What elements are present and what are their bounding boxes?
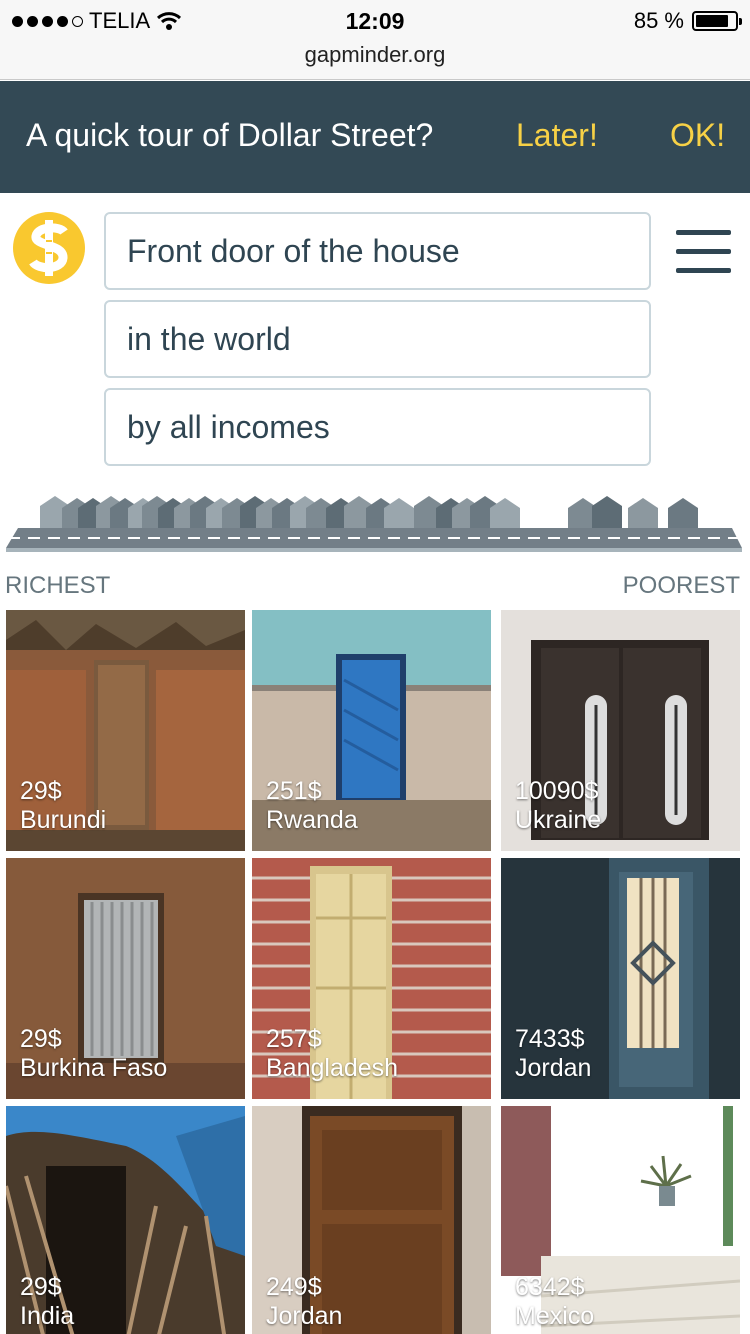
home-tile[interactable]: 29$ India [6,1106,245,1334]
ok-button[interactable]: OK! [670,117,725,154]
home-country: Bangladesh [266,1054,399,1082]
dollar-street-logo[interactable] [13,212,85,284]
home-income: 29$ [20,1273,62,1301]
tour-text: A quick tour of Dollar Street? [26,117,434,153]
home-income: 29$ [20,1025,62,1053]
dollar-icon [29,220,68,276]
poorest-label: POOREST [622,572,740,599]
home-country: Burkina Faso [20,1054,168,1082]
street-house-icon [668,498,698,528]
status-bar: TELIA 12:09 85 % gapminder.org [0,0,750,80]
home-tile[interactable]: 10090$ Ukraine [501,610,740,851]
home-income: 251$ [266,777,322,805]
home-tile[interactable]: 257$ Bangladesh [252,858,491,1099]
home-country: Mexico [515,1302,595,1330]
home-caption: 257$ Bangladesh [266,1025,398,1083]
street-house-icon [592,496,622,528]
home-income: 10090$ [515,777,599,805]
home-caption: 7433$ Jordan [515,1025,591,1083]
thing-filter[interactable]: Front door of the house [104,212,651,290]
home-tile[interactable]: 251$ Rwanda [252,610,491,851]
income-street[interactable] [0,490,750,570]
home-income: 7433$ [515,1025,585,1053]
street-house-icon [384,498,414,528]
home-country: India [20,1302,75,1330]
tour-banner: A quick tour of Dollar Street? Later! OK… [0,81,750,193]
home-tile[interactable]: 29$ Burkina Faso [6,858,245,1099]
home-caption: 29$ Burkina Faso [20,1025,167,1083]
home-tile[interactable]: 6342$ Mexico [501,1106,740,1334]
home-income: 257$ [266,1025,322,1053]
battery-icon [692,11,742,31]
income-filter[interactable]: by all incomes [104,388,651,466]
url-bar[interactable]: gapminder.org [0,42,750,68]
home-income: 29$ [20,777,62,805]
place-filter[interactable]: in the world [104,300,651,378]
home-caption: 249$ Jordan [266,1273,342,1331]
richest-label: RICHEST [5,572,111,599]
home-income: 6342$ [515,1273,585,1301]
street-house-icon [628,498,658,528]
home-tile[interactable]: 29$ Burundi [6,610,245,851]
battery-percent: 85 % [633,8,684,33]
home-caption: 10090$ Ukraine [515,777,601,835]
home-income: 249$ [266,1273,322,1301]
home-tile[interactable]: 7433$ Jordan [501,858,740,1099]
home-caption: 6342$ Mexico [515,1273,594,1331]
home-caption: 29$ India [20,1273,74,1331]
home-country: Burundi [20,806,107,834]
home-country: Jordan [266,1302,343,1330]
battery-group: 85 % [633,8,742,34]
later-button[interactable]: Later! [516,117,598,154]
home-caption: 29$ Burundi [20,777,106,835]
home-caption: 251$ Rwanda [266,777,358,835]
home-tile[interactable]: 249$ Jordan [252,1106,491,1334]
home-country: Ukraine [515,806,602,834]
home-country: Jordan [515,1054,592,1082]
home-country: Rwanda [266,806,358,834]
hamburger-menu-icon[interactable] [676,230,732,274]
